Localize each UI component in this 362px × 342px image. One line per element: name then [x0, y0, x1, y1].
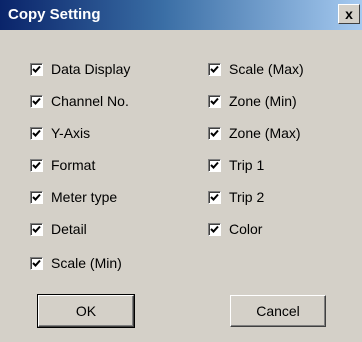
checkbox-label: Scale (Max) — [229, 61, 304, 77]
checkbox-label: Zone (Min) — [229, 93, 297, 109]
checkbox-box[interactable] — [30, 158, 43, 172]
copy-setting-dialog: Copy Setting x Data Display Channel No. … — [0, 0, 362, 342]
checkbox-box[interactable] — [208, 190, 221, 204]
checkbox-label: Color — [229, 221, 263, 237]
checkbox-zone-max[interactable]: Zone (Max) — [208, 124, 301, 142]
checkbox-format[interactable]: Format — [30, 156, 95, 174]
checkbox-trip-2[interactable]: Trip 2 — [208, 188, 264, 206]
checkbox-box[interactable] — [30, 94, 43, 108]
checkmark-icon — [32, 161, 41, 169]
checkbox-trip-1[interactable]: Trip 1 — [208, 156, 264, 174]
dialog-title: Copy Setting — [8, 6, 101, 23]
checkbox-box[interactable] — [208, 126, 221, 140]
checkbox-box[interactable] — [30, 62, 43, 76]
checkmark-icon — [32, 193, 41, 201]
checkbox-channel-no[interactable]: Channel No. — [30, 92, 129, 110]
checkmark-icon — [210, 193, 219, 201]
checkmark-icon — [32, 225, 41, 233]
close-icon: x — [345, 6, 353, 22]
checkmark-icon — [210, 97, 219, 105]
checkbox-box[interactable] — [30, 222, 43, 236]
checkbox-label: Scale (Min) — [51, 255, 122, 271]
checkbox-scale-max[interactable]: Scale (Max) — [208, 60, 304, 78]
checkbox-zone-min[interactable]: Zone (Min) — [208, 92, 297, 110]
checkmark-icon — [210, 129, 219, 137]
checkbox-box[interactable] — [30, 190, 43, 204]
checkmark-icon — [210, 65, 219, 73]
checkbox-label: Y-Axis — [51, 125, 91, 141]
close-button[interactable]: x — [338, 4, 360, 24]
checkbox-label: Data Display — [51, 61, 131, 77]
checkmark-icon — [210, 161, 219, 169]
checkbox-y-axis[interactable]: Y-Axis — [30, 124, 90, 142]
checkbox-box[interactable] — [30, 256, 43, 270]
ok-button[interactable]: OK — [37, 294, 135, 328]
cancel-button[interactable]: Cancel — [230, 295, 326, 327]
checkbox-data-display[interactable]: Data Display — [30, 60, 130, 78]
checkmark-icon — [32, 259, 41, 267]
checkbox-label: Trip 1 — [229, 157, 265, 173]
checkbox-label: Zone (Max) — [229, 125, 301, 141]
checkbox-scale-min[interactable]: Scale (Min) — [30, 254, 122, 272]
checkbox-box[interactable] — [208, 94, 221, 108]
checkbox-label: Channel No. — [51, 93, 129, 109]
checkbox-box[interactable] — [208, 158, 221, 172]
checkbox-label: Format — [51, 157, 96, 173]
checkbox-meter-type[interactable]: Meter type — [30, 188, 117, 206]
checkbox-box[interactable] — [208, 222, 221, 236]
checkbox-detail[interactable]: Detail — [30, 220, 87, 238]
checkmark-icon — [210, 225, 219, 233]
checkbox-label: Trip 2 — [229, 189, 265, 205]
checkbox-color[interactable]: Color — [208, 220, 262, 238]
checkbox-box[interactable] — [208, 62, 221, 76]
checkbox-box[interactable] — [30, 126, 43, 140]
checkbox-label: Detail — [51, 221, 87, 237]
checkmark-icon — [32, 129, 41, 137]
checkbox-label: Meter type — [51, 189, 118, 205]
checkmark-icon — [32, 65, 41, 73]
title-bar[interactable]: Copy Setting x — [0, 0, 362, 30]
checkmark-icon — [32, 97, 41, 105]
